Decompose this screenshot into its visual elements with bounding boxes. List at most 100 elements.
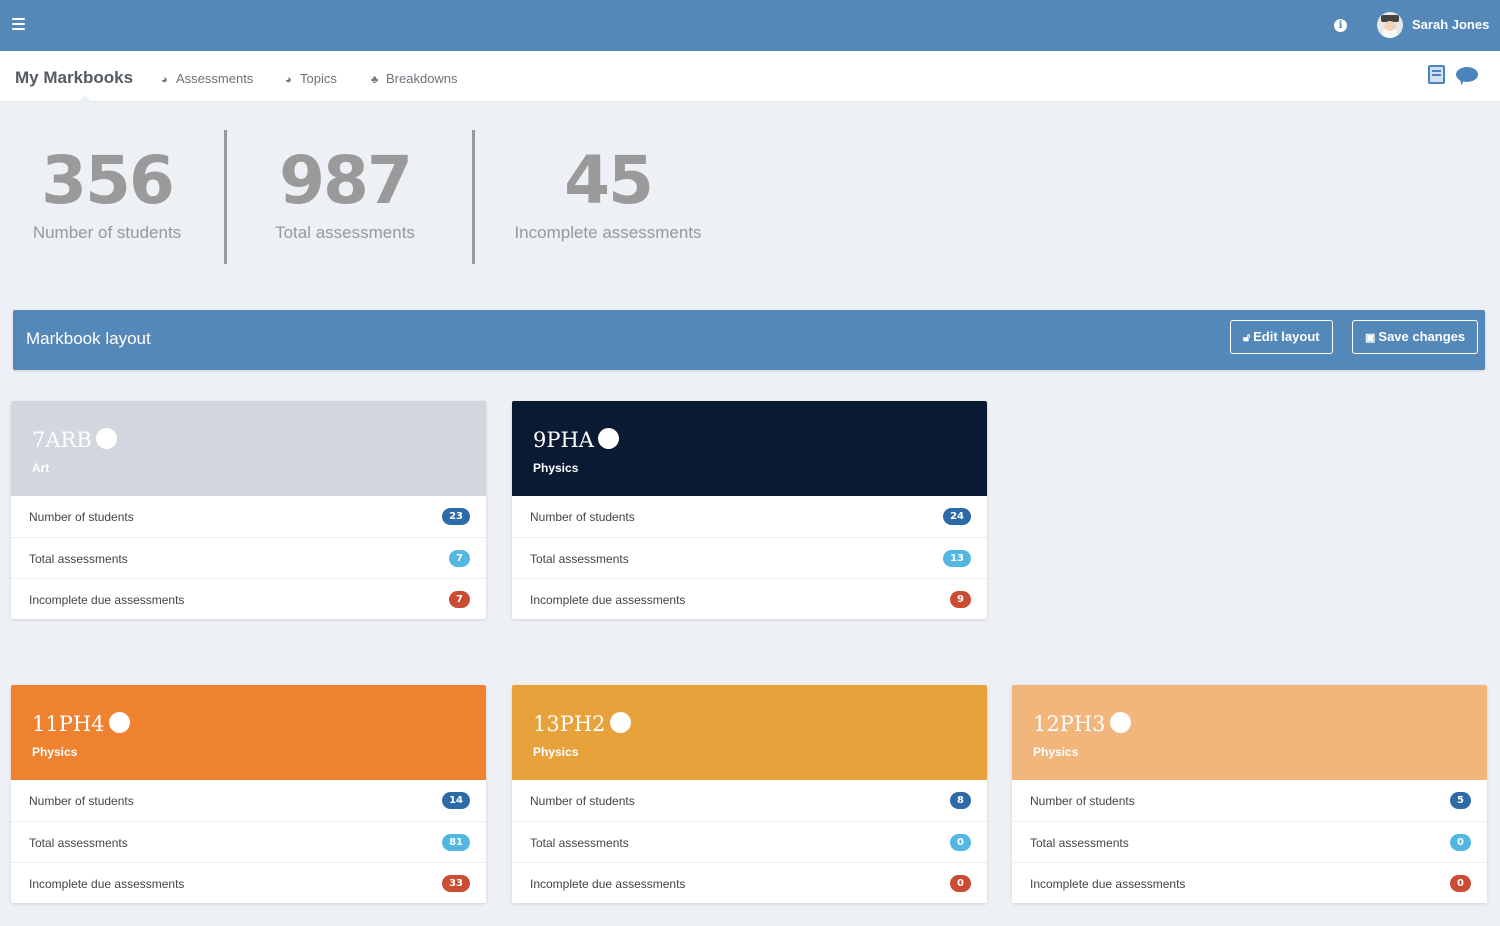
stat-divider	[472, 130, 475, 264]
nav-link-label: Assessments	[176, 71, 254, 86]
class-code-label: 9PHA	[533, 428, 594, 452]
row-label: Total assessments	[29, 552, 128, 566]
class-code[interactable]: 12PH3	[1033, 712, 1131, 736]
class-subject: Physics	[533, 745, 579, 759]
class-code[interactable]: 11PH4	[32, 712, 130, 736]
page-title[interactable]: My Markbooks	[15, 68, 133, 88]
stat-value: 356	[41, 142, 175, 219]
nav-link-assessments[interactable]: ◕ Assessments	[161, 71, 253, 86]
class-code[interactable]: 13PH2	[533, 712, 631, 736]
save-changes-label: Save changes	[1378, 329, 1466, 344]
markbook-card: 12PH3 Physics Number of students 5 Total ass…	[1012, 685, 1487, 903]
count-badge: 5	[1450, 792, 1471, 809]
stat-value: 987	[279, 142, 413, 219]
row-label: Incomplete due assessments	[29, 877, 185, 891]
card-row-incomplete: Incomplete due assessments 0	[1012, 862, 1487, 903]
card-row-total: Total assessments 13	[512, 537, 987, 578]
card-row-incomplete: Incomplete due assessments 33	[11, 862, 486, 903]
card-body: Number of students 5 Total assessments 0 Inc…	[1012, 780, 1487, 903]
arrow-right-circle-icon[interactable]	[108, 712, 130, 733]
count-badge: 81	[442, 834, 470, 851]
card-header[interactable]: 11PH4 Physics	[11, 685, 486, 780]
card-body: Number of students 8 Total assessments 0 Inc…	[512, 780, 987, 903]
class-code-label: 11PH4	[32, 712, 105, 736]
class-code-label: 13PH2	[533, 712, 606, 736]
stat-label: Total assessments	[275, 223, 415, 242]
stat-total-assessments: 987 Total assessments	[245, 145, 445, 243]
count-badge: 0	[950, 875, 971, 892]
count-badge: 0	[950, 834, 971, 851]
card-header[interactable]: 13PH2 Physics	[512, 685, 987, 780]
count-badge: 23	[442, 508, 470, 525]
unlock-icon: 🔓︎	[1243, 332, 1251, 344]
class-subject: Physics	[533, 461, 579, 475]
class-code[interactable]: 9PHA	[533, 428, 619, 452]
row-label: Number of students	[530, 794, 635, 808]
row-label: Total assessments	[530, 552, 629, 566]
stat-divider	[224, 130, 227, 264]
book-icon[interactable]	[1428, 65, 1445, 84]
nav-link-label: Topics	[300, 71, 337, 86]
card-row-total: Total assessments 7	[11, 537, 486, 578]
count-badge: 7	[449, 550, 470, 567]
chat-icon[interactable]	[1456, 67, 1478, 82]
markbook-card: 13PH2 Physics Number of students 8 Total ass…	[512, 685, 987, 903]
count-badge: 7	[449, 591, 470, 608]
card-row-students: Number of students 5	[1012, 780, 1487, 821]
class-code[interactable]: 7ARB	[32, 428, 117, 452]
stat-students: 356 Number of students	[7, 145, 207, 243]
class-subject: Physics	[1033, 745, 1079, 759]
card-header[interactable]: 9PHA Physics	[512, 401, 987, 496]
count-badge: 24	[943, 508, 971, 525]
row-label: Number of students	[29, 794, 134, 808]
row-label: Incomplete due assessments	[29, 593, 185, 607]
floppy-disk-icon: ▣	[1365, 332, 1376, 344]
dashboard-icon: ◕	[285, 74, 292, 86]
edit-layout-button[interactable]: 🔓︎ Edit layout	[1230, 320, 1333, 354]
save-changes-button[interactable]: ▣ Save changes	[1352, 320, 1479, 354]
row-label: Total assessments	[1030, 836, 1129, 850]
card-row-total: Total assessments 0	[512, 821, 987, 862]
row-label: Incomplete due assessments	[530, 593, 686, 607]
active-caret	[78, 95, 92, 102]
row-label: Incomplete due assessments	[530, 877, 686, 891]
row-label: Number of students	[29, 510, 134, 524]
card-row-students: Number of students 14	[11, 780, 486, 821]
sitemap-icon: ♣	[371, 74, 379, 86]
count-badge: 0	[1450, 875, 1471, 892]
row-label: Total assessments	[530, 836, 629, 850]
card-body: Number of students 23 Total assessments 7 In…	[11, 496, 486, 619]
card-row-total: Total assessments 0	[1012, 821, 1487, 862]
card-row-incomplete: Incomplete due assessments 7	[11, 578, 486, 619]
card-row-students: Number of students 8	[512, 780, 987, 821]
markbook-card: 9PHA Physics Number of students 24 Total ass…	[512, 401, 987, 619]
arrow-right-circle-icon[interactable]	[597, 428, 619, 449]
dashboard-icon: ◕	[161, 74, 168, 86]
markbook-layout-bar: Markbook layout 🔓︎ Edit layout ▣ Save chan…	[13, 310, 1485, 370]
nav-link-breakdowns[interactable]: ♣ Breakdowns	[371, 71, 458, 86]
card-header[interactable]: 12PH3 Physics	[1012, 685, 1487, 780]
user-name[interactable]: Sarah Jones	[1412, 17, 1489, 32]
arrow-right-circle-icon[interactable]	[95, 428, 117, 449]
edit-layout-label: Edit layout	[1253, 329, 1320, 344]
count-badge: 9	[950, 591, 971, 608]
count-badge: 13	[943, 550, 971, 567]
card-header[interactable]: 7ARB Art	[11, 401, 486, 496]
count-badge: 8	[950, 792, 971, 809]
hamburger-icon[interactable]	[12, 18, 25, 30]
class-code-label: 12PH3	[1033, 712, 1106, 736]
card-row-total: Total assessments 81	[11, 821, 486, 862]
count-badge: 0	[1450, 834, 1471, 851]
arrow-right-circle-icon[interactable]	[609, 712, 631, 733]
count-badge: 33	[442, 875, 470, 892]
card-body: Number of students 24 Total assessments 13 I…	[512, 496, 987, 619]
card-row-incomplete: Incomplete due assessments 0	[512, 862, 987, 903]
stat-label: Incomplete assessments	[514, 223, 702, 242]
avatar[interactable]	[1377, 12, 1403, 38]
info-icon[interactable]: i	[1334, 19, 1347, 32]
card-row-students: Number of students 23	[11, 496, 486, 537]
arrow-right-circle-icon[interactable]	[1109, 712, 1131, 733]
sub-nav: My Markbooks ◕ Assessments ◕ Topics ♣ Break…	[0, 51, 1500, 102]
nav-link-topics[interactable]: ◕ Topics	[285, 71, 337, 86]
markbook-card: 7ARB Art Number of students 23 Total assessm…	[11, 401, 486, 619]
